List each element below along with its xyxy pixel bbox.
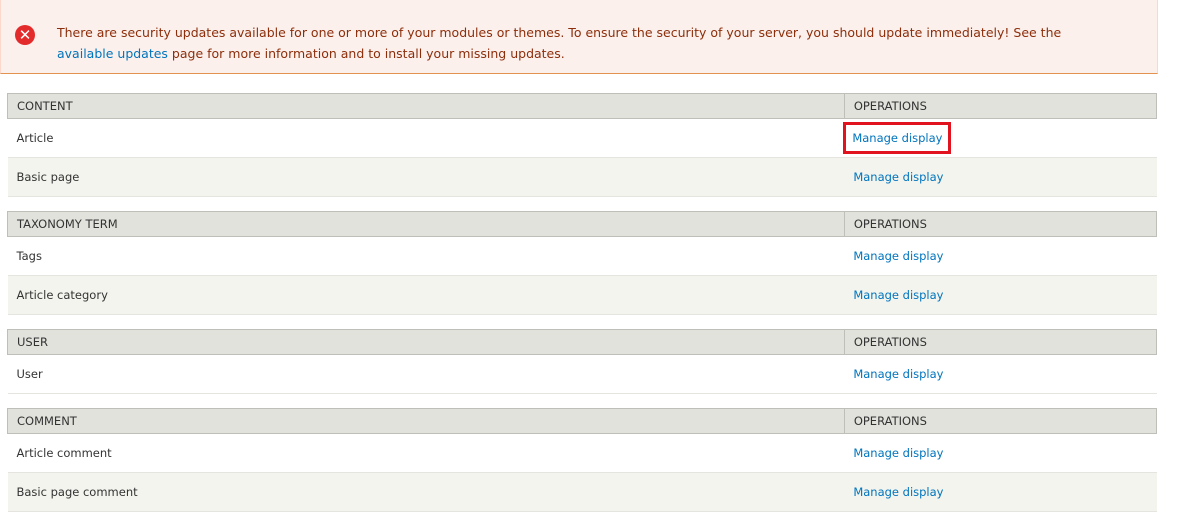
operations-column-header: OPERATIONS [843,93,1158,119]
table-row: Basic page Manage display [7,157,1157,197]
error-x-icon: ✕ [15,25,35,45]
entity-bundle-name: Article category [7,275,845,315]
comment-display-table: COMMENT OPERATIONS Article comment Manag… [7,408,1158,512]
table-row: Basic page comment Manage display [7,472,1157,512]
entity-bundle-name: Basic page comment [7,472,845,512]
manage-display-link[interactable]: Manage display [853,485,943,499]
security-updates-alert: ✕ There are security updates available f… [0,0,1158,74]
entity-bundle-name: Article [7,118,845,158]
entity-bundle-name: User [7,354,845,394]
operations-column-header: OPERATIONS [843,408,1158,434]
user-display-table: USER OPERATIONS User Manage display [7,329,1158,394]
manage-display-link[interactable]: Manage display [852,131,942,145]
highlight-box: Manage display [843,122,952,154]
table-row: Article comment Manage display [7,433,1157,473]
entity-bundle-name: Basic page [7,157,845,197]
manage-display-link[interactable]: Manage display [853,288,943,302]
table-row: User Manage display [7,354,1157,394]
taxonomy-column-header: TAXONOMY TERM [7,211,845,237]
table-row: Tags Manage display [7,236,1157,276]
alert-message: There are security updates available for… [57,22,1147,64]
content-column-header: CONTENT [7,93,845,119]
alert-text-after: page for more information and to install… [167,46,565,61]
content-display-table: CONTENT OPERATIONS Article Manage displa… [7,93,1158,197]
manage-display-link[interactable]: Manage display [853,170,943,184]
available-updates-link[interactable]: available updates [57,46,168,61]
manage-display-link[interactable]: Manage display [853,249,943,263]
manage-display-link[interactable]: Manage display [853,367,943,381]
table-row: Article Manage display [7,118,1157,158]
entity-bundle-name: Tags [7,236,845,276]
taxonomy-display-table: TAXONOMY TERM OPERATIONS Tags Manage dis… [7,211,1158,315]
operations-column-header: OPERATIONS [843,329,1158,355]
user-column-header: USER [7,329,845,355]
operations-column-header: OPERATIONS [843,211,1158,237]
alert-text-before: There are security updates available for… [57,25,1062,40]
entity-bundle-name: Article comment [7,433,845,473]
manage-display-link[interactable]: Manage display [853,446,943,460]
comment-column-header: COMMENT [7,408,845,434]
table-row: Article category Manage display [7,275,1157,315]
